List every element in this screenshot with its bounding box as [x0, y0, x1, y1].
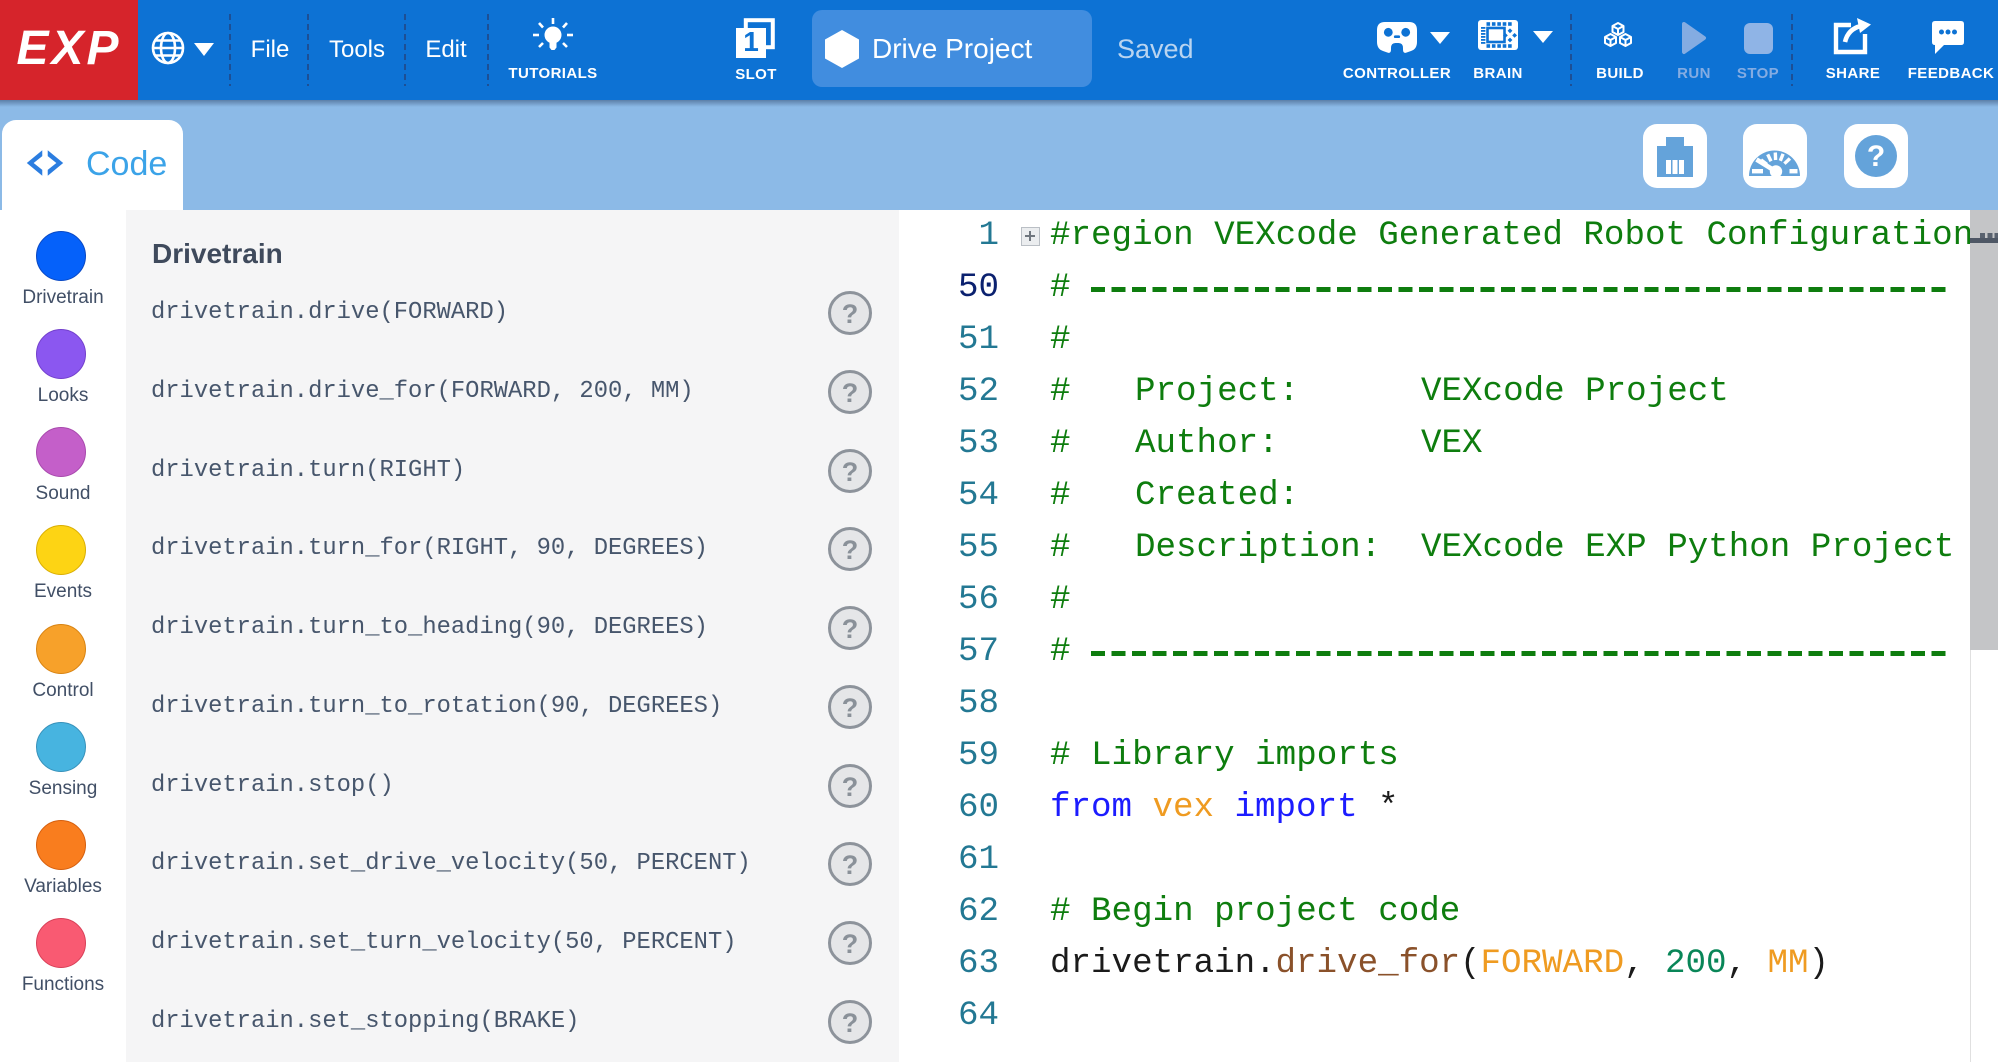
svg-text:1: 1 — [743, 26, 759, 57]
svg-text:?: ? — [1867, 140, 1885, 173]
